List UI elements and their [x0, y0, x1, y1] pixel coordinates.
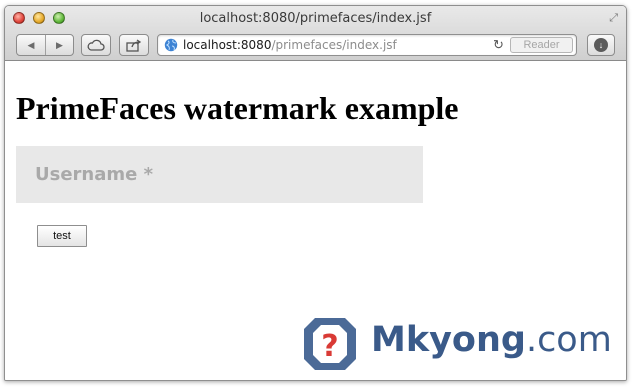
url-path: /primefaces/index.jsf [271, 38, 397, 52]
download-button[interactable]: ↓ [587, 34, 615, 56]
share-icon [126, 38, 142, 52]
reader-button[interactable]: Reader [510, 37, 573, 53]
toolbar: ◀ ▶ localhost:8080/primefaces/index.jsf … [5, 32, 626, 58]
forward-arrow-icon[interactable]: ▶ [45, 35, 73, 55]
browser-window: localhost:8080/primefaces/index.jsf ⤢ ◀ … [4, 5, 627, 381]
url-host: localhost:8080 [183, 38, 272, 52]
watermark-brand: Mkyong [371, 320, 526, 360]
url-text: localhost:8080/primefaces/index.jsf [183, 38, 397, 52]
address-bar[interactable]: localhost:8080/primefaces/index.jsf ↻ Re… [157, 34, 577, 56]
nav-button-group: ◀ ▶ [16, 34, 74, 56]
svg-text:?: ? [321, 329, 338, 364]
test-button[interactable]: test [37, 225, 87, 247]
page-title: PrimeFaces watermark example [16, 90, 459, 126]
back-arrow-icon[interactable]: ◀ [17, 35, 45, 55]
page-content: PrimeFaces watermark example test ? Mkyo… [5, 62, 626, 380]
mkyong-logo-icon: ? [304, 318, 356, 370]
cloud-button[interactable] [81, 34, 111, 56]
window-title: localhost:8080/primefaces/index.jsf [199, 11, 432, 26]
download-icon: ↓ [594, 38, 608, 52]
fullscreen-icon[interactable]: ⤢ [609, 12, 618, 25]
username-input[interactable] [16, 146, 423, 203]
reload-icon[interactable]: ↻ [493, 37, 504, 53]
share-button[interactable] [119, 34, 149, 56]
browser-chrome: localhost:8080/primefaces/index.jsf ⤢ ◀ … [5, 6, 626, 61]
watermark-text: Mkyong.com [371, 320, 612, 360]
globe-icon [164, 38, 178, 52]
watermark-tld: .com [525, 320, 612, 360]
cloud-icon [87, 39, 105, 51]
watermark-logo: ? Mkyong.com [301, 315, 621, 373]
